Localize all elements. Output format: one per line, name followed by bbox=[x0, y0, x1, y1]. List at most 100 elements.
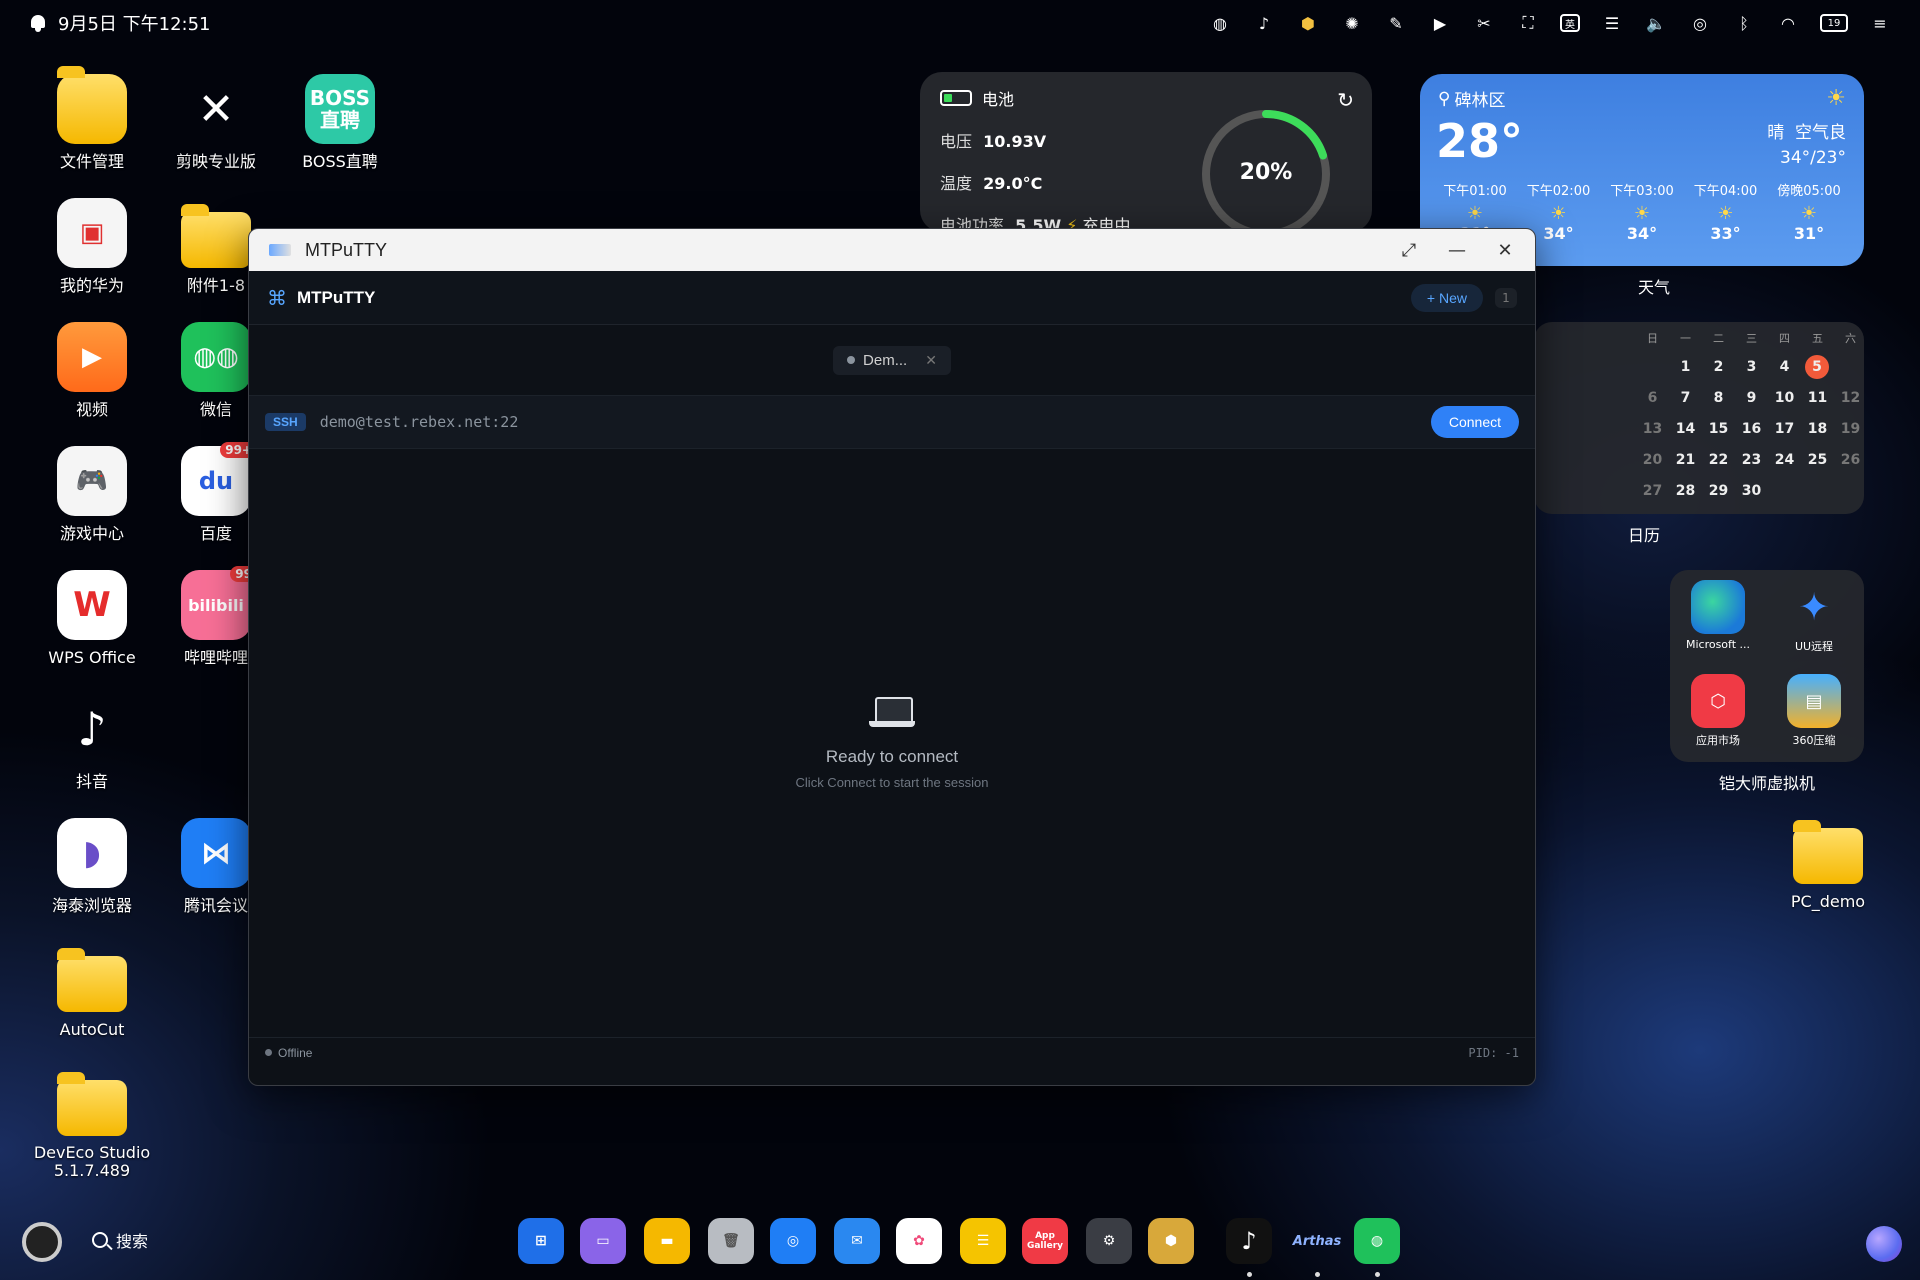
tiktok-tray-icon[interactable]: ♪ bbox=[1252, 12, 1276, 34]
dock-app-arthas[interactable]: Arthas bbox=[1292, 1218, 1342, 1264]
desktop-icon-label: 我的华为 bbox=[59, 276, 124, 295]
calendar-day[interactable]: 23 bbox=[1735, 448, 1768, 472]
scissors-tray-icon[interactable]: ✂ bbox=[1472, 12, 1496, 34]
calendar-day[interactable]: 2 bbox=[1702, 355, 1735, 379]
widget-app-uu-remote[interactable]: ✦ UU远程 bbox=[1774, 580, 1854, 654]
calendar-day[interactable]: 29 bbox=[1702, 479, 1735, 503]
clipboard-tray-icon[interactable]: ☰ bbox=[1600, 12, 1624, 34]
jianying-icon: ✕ bbox=[197, 83, 235, 135]
widget-app-label: 应用市场 bbox=[1696, 734, 1740, 747]
mtputty-window[interactable]: MTPuTTY ⤢ — ✕ ⌘ MTPuTTY + New 1 Dem... ✕… bbox=[248, 228, 1536, 1086]
calendar-day[interactable]: 24 bbox=[1768, 448, 1801, 472]
close-tab-icon[interactable]: ✕ bbox=[925, 352, 937, 369]
notification-bell-icon[interactable] bbox=[28, 13, 48, 33]
calendar-day[interactable]: 25 bbox=[1801, 448, 1834, 472]
dock-app-app-gallery[interactable]: App Gallery bbox=[1022, 1218, 1068, 1264]
desktop-icon-game-center[interactable]: 🎮 游戏中心 bbox=[30, 446, 154, 544]
search-button[interactable]: 搜索 bbox=[92, 1228, 148, 1252]
app-folder-widget[interactable]: Microsoft ... ✦ UU远程 ⬡ 应用市场 ▤ 360压缩 bbox=[1670, 570, 1864, 762]
desktop-icon-wps[interactable]: W WPS Office bbox=[30, 570, 154, 668]
calendar-day[interactable]: 7 bbox=[1669, 386, 1702, 410]
dock-app-settings[interactable]: ⚙ bbox=[1086, 1218, 1132, 1264]
desktop-icon-file-manager[interactable]: 文件管理 bbox=[30, 66, 154, 172]
dock-app-gallery[interactable]: ✿ bbox=[896, 1218, 942, 1264]
new-session-button[interactable]: + New bbox=[1410, 283, 1483, 312]
input-method-icon[interactable]: 英 bbox=[1560, 14, 1580, 32]
forecast-time: 傍晚05:00 bbox=[1777, 184, 1841, 199]
calendar-day[interactable]: 15 bbox=[1702, 417, 1735, 441]
widget-app-360zip[interactable]: ▤ 360压缩 bbox=[1774, 674, 1854, 748]
dock-app-notes[interactable]: ☰ bbox=[960, 1218, 1006, 1264]
shield-tray-icon[interactable]: ⬢ bbox=[1296, 12, 1320, 34]
dock-app-files[interactable]: ▬ bbox=[644, 1218, 690, 1264]
calendar-day[interactable]: 30 bbox=[1735, 479, 1768, 503]
calendar-day[interactable]: 6 bbox=[1636, 386, 1669, 410]
status-datetime[interactable]: 9月5日 下午12:51 bbox=[58, 10, 211, 36]
calendar-day[interactable]: 13 bbox=[1636, 417, 1669, 441]
desktop-icon-my-huawei[interactable]: ▣ 我的华为 bbox=[30, 198, 154, 296]
dock-app-douyin[interactable]: ♪ bbox=[1226, 1218, 1272, 1264]
note-tray-icon[interactable]: ✎ bbox=[1384, 12, 1408, 34]
calendar-day[interactable]: 16 bbox=[1735, 417, 1768, 441]
calendar-day[interactable]: 4 bbox=[1768, 355, 1801, 379]
minimize-icon[interactable]: — bbox=[1447, 240, 1467, 261]
volume-icon[interactable]: 🔈 bbox=[1644, 12, 1668, 34]
desktop-icon-douyin[interactable]: ♪ 抖音 bbox=[30, 694, 154, 792]
calendar-day[interactable]: 26 bbox=[1834, 448, 1867, 472]
calendar-day[interactable]: 19 bbox=[1834, 417, 1867, 441]
desktop-icon-jianying[interactable]: ✕ 剪映专业版 bbox=[154, 74, 278, 172]
wifi-icon[interactable]: ◠ bbox=[1776, 12, 1800, 34]
terminal-area[interactable]: Ready to connect Click Connect to start … bbox=[249, 449, 1535, 1037]
window-titlebar[interactable]: MTPuTTY ⤢ — ✕ bbox=[249, 229, 1535, 271]
desktop-icon-video[interactable]: ▶ 视频 bbox=[30, 322, 154, 420]
ai-assistant-orb-icon[interactable] bbox=[1866, 1226, 1902, 1262]
dock-app-shield[interactable]: ⬢ bbox=[1148, 1218, 1194, 1264]
calendar-day[interactable]: 9 bbox=[1735, 386, 1768, 410]
calendar-day[interactable]: 8 bbox=[1702, 386, 1735, 410]
calendar-day[interactable]: 14 bbox=[1669, 417, 1702, 441]
calendar-day[interactable]: 17 bbox=[1768, 417, 1801, 441]
maximize-icon[interactable]: ⤢ bbox=[1399, 240, 1419, 261]
calendar-day[interactable]: 22 bbox=[1702, 448, 1735, 472]
desktop-icon-autocut[interactable]: AutoCut bbox=[30, 942, 154, 1040]
wechat-tray-icon[interactable]: ◍ bbox=[1208, 12, 1232, 34]
desktop-icon-deveco[interactable]: DevEco Studio 5.1.7.489 bbox=[30, 1066, 154, 1180]
screenshot-tray-icon[interactable]: ⛶ bbox=[1516, 12, 1540, 34]
hotspot-icon[interactable]: ◎ bbox=[1688, 12, 1712, 34]
desktop-icon-haitai-browser[interactable]: ◗ 海泰浏览器 bbox=[30, 818, 154, 916]
widget-app-edge[interactable]: Microsoft ... bbox=[1678, 580, 1758, 651]
dock-app-browser[interactable]: ◎ bbox=[770, 1218, 816, 1264]
dock-app-mail[interactable]: ✉ bbox=[834, 1218, 880, 1264]
session-tab[interactable]: Dem... ✕ bbox=[833, 345, 951, 375]
camera-tray-icon[interactable]: ▶ bbox=[1428, 12, 1452, 34]
start-button[interactable] bbox=[22, 1222, 62, 1262]
close-icon[interactable]: ✕ bbox=[1495, 240, 1515, 261]
battery-icon[interactable]: 19 bbox=[1820, 14, 1848, 32]
dock-app-wechat[interactable]: ◍ bbox=[1354, 1218, 1400, 1264]
dock-app-launcher[interactable]: ⊞ bbox=[518, 1218, 564, 1264]
control-center-icon[interactable]: ≡ bbox=[1868, 12, 1892, 34]
refresh-icon[interactable]: ↻ bbox=[1337, 88, 1354, 112]
connect-button[interactable]: Connect bbox=[1430, 406, 1519, 438]
calendar-day[interactable]: 3 bbox=[1735, 355, 1768, 379]
desktop-icon-boss[interactable]: BOSS 直聘 BOSS直聘 bbox=[278, 74, 402, 172]
calendar-day[interactable]: 27 bbox=[1636, 479, 1669, 503]
dock-app-multitask[interactable]: ▭ bbox=[580, 1218, 626, 1264]
calendar-widget[interactable]: 日一二三四五六 1 2 3 4 5 6 7 8 9 10 11 12 13 14 15 16 17 18 19 20 21… bbox=[1534, 322, 1864, 514]
calendar-day[interactable]: 12 bbox=[1834, 386, 1867, 410]
calendar-day[interactable]: 21 bbox=[1669, 448, 1702, 472]
calendar-day[interactable]: 28 bbox=[1669, 479, 1702, 503]
calendar-day[interactable]: 11 bbox=[1801, 386, 1834, 410]
desktop-icon-pc-demo[interactable]: PC_demo bbox=[1766, 814, 1890, 912]
ai-tray-icon[interactable]: ✺ bbox=[1340, 12, 1364, 34]
calendar-day[interactable]: 18 bbox=[1801, 417, 1834, 441]
host-address[interactable]: demo@test.rebex.net:22 bbox=[320, 413, 519, 431]
calendar-day[interactable]: 5 bbox=[1805, 355, 1829, 379]
calendar-day[interactable]: 20 bbox=[1636, 448, 1669, 472]
bluetooth-icon[interactable]: ᛒ bbox=[1732, 12, 1756, 34]
calendar-day[interactable]: 1 bbox=[1669, 355, 1702, 379]
calendar-day[interactable]: 10 bbox=[1768, 386, 1801, 410]
battery-widget[interactable]: 电池 电压 10.93V 温度 29.0°C 电池功率 5.5W ⚡ 充电中 2… bbox=[920, 72, 1372, 238]
dock-app-trash[interactable]: 🗑 bbox=[708, 1218, 754, 1264]
widget-app-store[interactable]: ⬡ 应用市场 bbox=[1678, 674, 1758, 748]
